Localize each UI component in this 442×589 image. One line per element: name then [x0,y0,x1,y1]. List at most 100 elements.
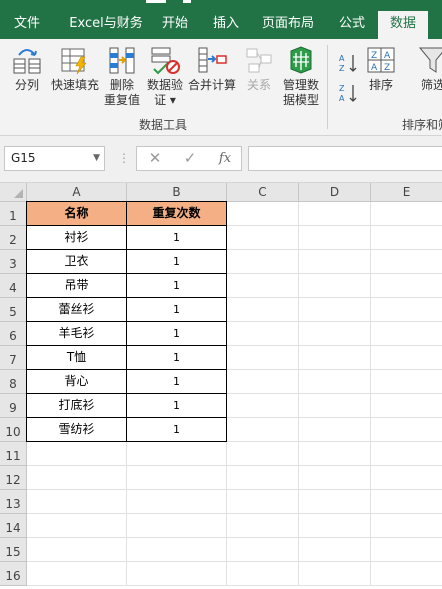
table-header-cell[interactable]: 名称 [27,202,127,226]
cell-e15[interactable] [371,538,442,562]
cell-e1[interactable] [371,202,442,226]
table-cell[interactable]: T恤 [27,346,127,370]
row-header-5[interactable]: 5 [0,298,27,322]
worksheet-grid[interactable]: ABCDE 1 2 3 4 5 6 7 8 9 10 11 12 13 14 15 16 名称 重复次数 衬衫 1 卫… [0,182,442,589]
cell-b14[interactable] [127,514,227,538]
cell-d10[interactable] [299,418,371,442]
row-header-7[interactable]: 7 [0,346,27,370]
table-cell[interactable]: 1 [127,394,227,418]
cell-d7[interactable] [299,346,371,370]
data-validation-button[interactable]: 数据验 证 ▾ [144,45,186,108]
table-cell[interactable]: 1 [127,346,227,370]
cell-b12[interactable] [127,466,227,490]
cell-b11[interactable] [127,442,227,466]
cell-d4[interactable] [299,274,371,298]
cell-e16[interactable] [371,562,442,586]
cell-c1[interactable] [227,202,299,226]
table-header-cell[interactable]: 重复次数 [127,202,227,226]
row-header-4[interactable]: 4 [0,274,27,298]
tab-home[interactable]: 开始 [151,9,199,39]
tab-excel-finance[interactable]: Excel与财务 [62,9,150,39]
insert-function-icon[interactable]: fx [210,147,240,170]
cell-d14[interactable] [299,514,371,538]
manage-data-model-button[interactable]: 管理数 据模型 [280,45,322,108]
cell-d2[interactable] [299,226,371,250]
cell-e8[interactable] [371,370,442,394]
tab-file[interactable]: 文件 [4,9,50,39]
cell-e6[interactable] [371,322,442,346]
cell-a15[interactable] [27,538,127,562]
cell-e4[interactable] [371,274,442,298]
cell-e13[interactable] [371,490,442,514]
cell-e11[interactable] [371,442,442,466]
tab-formulas[interactable]: 公式 [328,9,376,39]
cell-d15[interactable] [299,538,371,562]
cell-a16[interactable] [27,562,127,586]
table-cell[interactable]: 蕾丝衫 [27,298,127,322]
cell-c12[interactable] [227,466,299,490]
row-header-6[interactable]: 6 [0,322,27,346]
name-box-dropdown-icon[interactable]: ▼ [93,147,100,170]
row-header-13[interactable]: 13 [0,490,27,514]
row-header-14[interactable]: 14 [0,514,27,538]
cell-e7[interactable] [371,346,442,370]
row-header-3[interactable]: 3 [0,250,27,274]
cell-d5[interactable] [299,298,371,322]
formula-input[interactable] [248,146,442,171]
row-header-11[interactable]: 11 [0,442,27,466]
table-cell[interactable]: 1 [127,226,227,250]
table-cell[interactable]: 背心 [27,370,127,394]
flash-fill-button[interactable]: 快速填充 [48,45,102,93]
cell-c7[interactable] [227,346,299,370]
remove-duplicates-button[interactable]: 删除 重复值 [102,45,142,108]
cell-e5[interactable] [371,298,442,322]
cell-c9[interactable] [227,394,299,418]
sort-ascending-icon[interactable]: A Z [339,52,359,74]
cell-e10[interactable] [371,418,442,442]
table-cell[interactable]: 吊带 [27,274,127,298]
cell-d16[interactable] [299,562,371,586]
cell-d1[interactable] [299,202,371,226]
table-cell[interactable]: 1 [127,250,227,274]
cell-e14[interactable] [371,514,442,538]
cell-d8[interactable] [299,370,371,394]
cell-b16[interactable] [127,562,227,586]
cell-d3[interactable] [299,250,371,274]
cell-b15[interactable] [127,538,227,562]
table-cell[interactable]: 1 [127,418,227,442]
table-cell[interactable]: 打底衫 [27,394,127,418]
cell-b13[interactable] [127,490,227,514]
sort-button[interactable]: Z A A Z 排序 [362,45,400,93]
sort-descending-icon[interactable]: Z A [339,82,359,104]
column-header-b[interactable]: B [127,183,227,202]
table-cell[interactable]: 1 [127,274,227,298]
table-cell[interactable]: 雪纺衫 [27,418,127,442]
column-header-c[interactable]: C [227,183,299,202]
cell-c2[interactable] [227,226,299,250]
row-header-12[interactable]: 12 [0,466,27,490]
cell-c16[interactable] [227,562,299,586]
cell-c3[interactable] [227,250,299,274]
cell-d13[interactable] [299,490,371,514]
row-header-16[interactable]: 16 [0,562,27,586]
text-to-columns-button[interactable]: 分列 [8,45,46,93]
cell-c5[interactable] [227,298,299,322]
cell-d9[interactable] [299,394,371,418]
cell-c14[interactable] [227,514,299,538]
cell-e2[interactable] [371,226,442,250]
column-header-d[interactable]: D [299,183,371,202]
cell-e9[interactable] [371,394,442,418]
formula-bar-grip-icon[interactable]: ⋮ [118,148,130,169]
cell-c6[interactable] [227,322,299,346]
row-header-15[interactable]: 15 [0,538,27,562]
row-header-8[interactable]: 8 [0,370,27,394]
column-header-e[interactable]: E [371,183,442,202]
column-header-a[interactable]: A [27,183,127,202]
tab-page-layout[interactable]: 页面布局 [253,9,323,39]
cell-d11[interactable] [299,442,371,466]
cell-c15[interactable] [227,538,299,562]
cell-c8[interactable] [227,370,299,394]
enter-icon[interactable]: ✓ [175,147,205,170]
table-cell[interactable]: 衬衫 [27,226,127,250]
cell-c4[interactable] [227,274,299,298]
